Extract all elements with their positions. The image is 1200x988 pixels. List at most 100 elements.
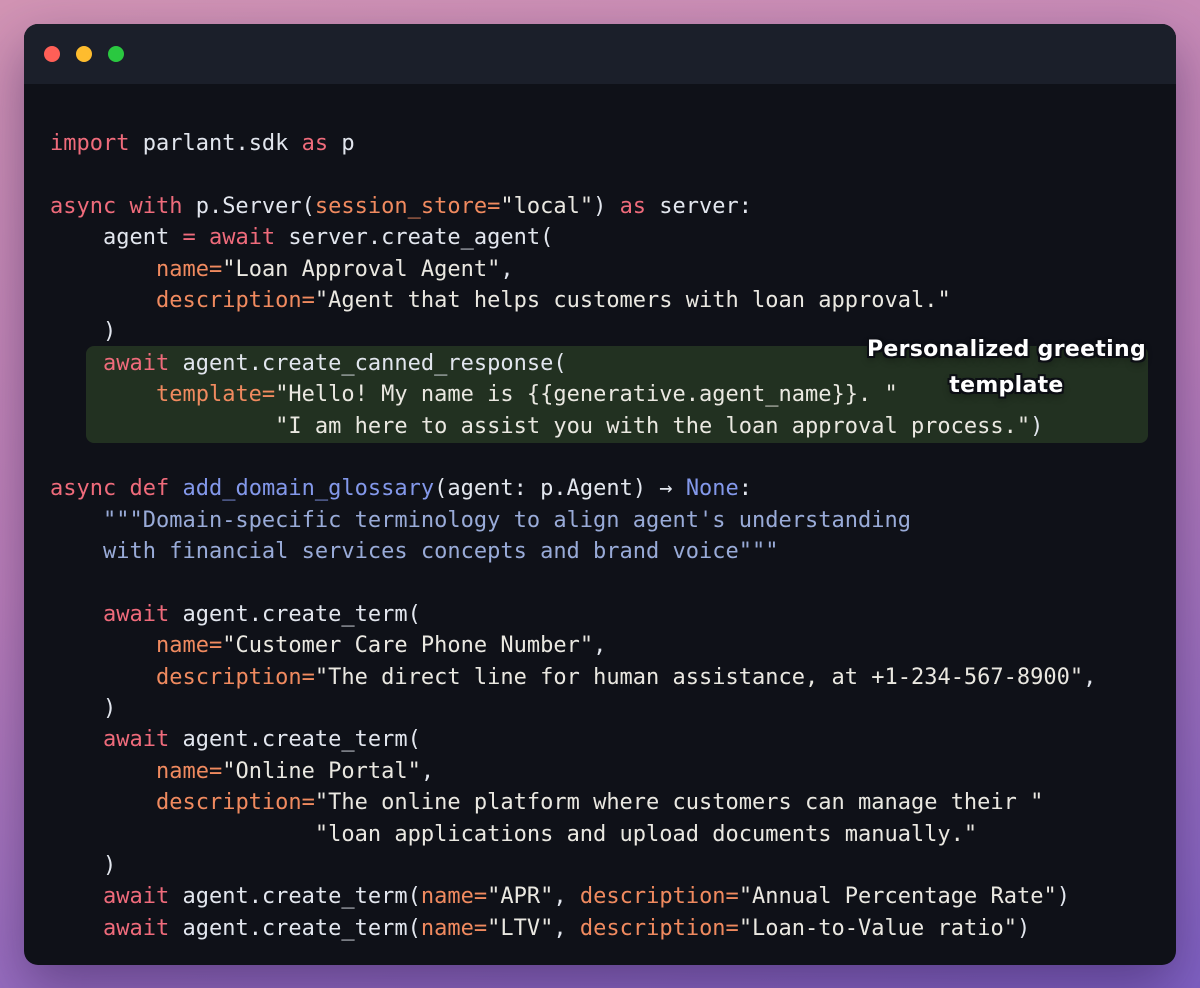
code-window: import parlant.sdk as p async with p.Serv… (24, 24, 1176, 965)
code-token: "Agent that helps customers with loan ap… (314, 287, 951, 313)
code-token: (agent: p.Agent) → (434, 476, 686, 502)
code-line: await agent.create_term(name="APR", desc… (50, 881, 1148, 912)
code-line: with financial services concepts and bra… (50, 536, 1148, 567)
code-token: agent.create_term( (169, 601, 421, 627)
code-token: as (301, 131, 329, 156)
code-token: async with (50, 193, 183, 219)
code-token: ) (1030, 413, 1044, 439)
code-token: : (738, 476, 753, 502)
code-token: ) (50, 696, 117, 722)
annotation-line-1: Personalized greeting (866, 337, 1146, 362)
code-line: description="Agent that helps customers … (50, 285, 1148, 316)
code-token: description= (155, 664, 315, 690)
code-token: await (102, 884, 170, 910)
code-token: "local" (500, 193, 594, 219)
code-token: None (685, 476, 739, 502)
close-button[interactable] (44, 46, 60, 62)
code-line: name="Customer Care Phone Number", (50, 630, 1148, 661)
code-token: as (619, 193, 647, 219)
code-line: import parlant.sdk as p (50, 128, 1148, 159)
code-token: description= (155, 790, 315, 816)
code-line: await agent.create_term(name="LTV", desc… (50, 913, 1148, 944)
code-token: "APR" (487, 884, 554, 910)
code-token: await (102, 601, 170, 627)
code-token: "loan applications and upload documents … (314, 821, 978, 847)
code-token: "Annual Percentage Rate" (738, 884, 1057, 910)
code-token: server: (646, 193, 753, 219)
code-line: description="The direct line for human a… (50, 662, 1148, 693)
code-token: , (500, 256, 514, 282)
code-token: agent (50, 225, 183, 251)
code-token: ) (1016, 915, 1031, 941)
code-line: async with p.Server(session_store="local… (50, 191, 1148, 222)
code-token: ) (1056, 884, 1070, 910)
code-line: agent = await server.create_agent( (50, 222, 1148, 253)
code-token: server.create_agent( (275, 225, 554, 251)
code-token: async def (50, 476, 170, 502)
code-line: "I am here to assist you with the loan a… (50, 411, 1148, 442)
code-token: session_store= (314, 193, 501, 219)
code-token: "Loan-to-Value ratio" (738, 915, 1017, 941)
code-line: """Domain-specific terminology to align … (50, 505, 1148, 536)
code-token: name= (420, 884, 488, 910)
code-line: name="Loan Approval Agent", (50, 254, 1148, 285)
code-token: agent.create_term( (169, 915, 421, 941)
code-token: ) (50, 319, 117, 345)
code-line: ) (50, 693, 1148, 724)
annotation-label: Personalized greeting template (867, 332, 1146, 404)
code-token: name= (155, 256, 223, 282)
code-token: description= (579, 915, 739, 941)
code-token: name= (155, 758, 223, 784)
code-token: parlant.sdk (129, 131, 302, 156)
code-token: "The online platform where customers can… (314, 790, 1044, 816)
code-token: description= (155, 287, 315, 313)
code-token: "Online Portal" (222, 758, 421, 784)
code-line: await agent.create_term( (50, 599, 1148, 630)
code-token: ) (593, 193, 620, 219)
code-token: description= (579, 884, 739, 910)
code-line: name="Online Portal", (50, 756, 1148, 787)
code-line: "loan applications and upload documents … (50, 819, 1148, 850)
code-token: agent.create_term( (169, 727, 421, 753)
code-token: await (102, 350, 170, 376)
code-token: , (1083, 664, 1097, 690)
code-area: import parlant.sdk as p async with p.Serv… (24, 84, 1176, 944)
zoom-button[interactable] (108, 46, 124, 62)
code-token: "Loan Approval Agent" (222, 256, 501, 282)
code-token: with financial services concepts and bra… (50, 539, 779, 565)
code-token: , (553, 884, 580, 910)
code-token: "The direct line for human assistance, a… (314, 664, 1084, 690)
code-token: await (102, 915, 170, 941)
code-token: p (328, 131, 355, 156)
code-token: agent.create_term( (169, 884, 421, 910)
code-token: , (593, 633, 607, 659)
code-token: "Hello! My name is {{generative.agent_na… (275, 382, 898, 408)
code-token: name= (155, 633, 223, 659)
code-token: "Customer Care Phone Number" (222, 633, 594, 659)
minimize-button[interactable] (76, 46, 92, 62)
code-token: p.Server( (182, 193, 315, 219)
code-token: await (102, 727, 170, 753)
code-token: , (420, 758, 435, 784)
code-token: template= (155, 382, 276, 408)
